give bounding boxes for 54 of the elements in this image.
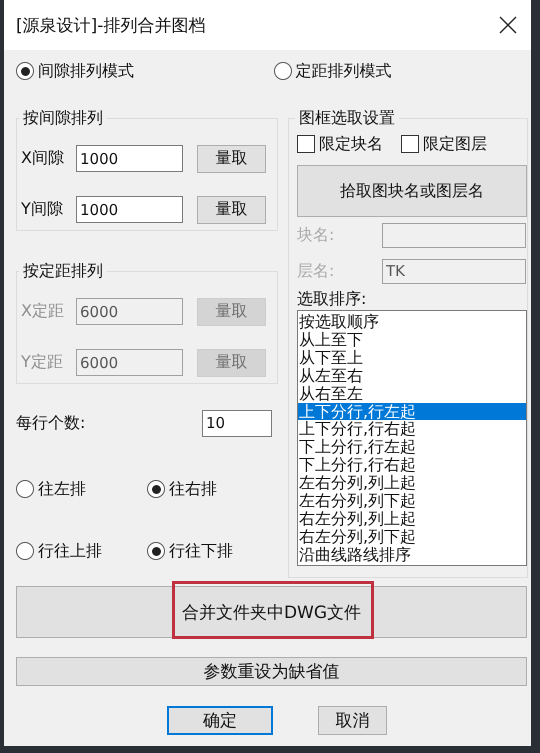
list-item[interactable]: 下上分行,行左起 [298, 438, 526, 456]
list-item[interactable]: 右左分列,列上起 [298, 510, 526, 528]
list-item[interactable]: 左右分列,列下起 [298, 492, 526, 510]
radio-label[interactable]: 间隙排列模式 [38, 60, 134, 82]
list-item[interactable]: 按选取顺序 [298, 313, 526, 331]
measure-button[interactable]: 量取 [197, 196, 266, 224]
list-item[interactable]: 上下分行,行左起 [298, 402, 526, 420]
group-title: 按间隙排列 [22, 108, 104, 129]
radio-label[interactable]: 定距排列模式 [296, 60, 392, 82]
group-title: 按定距排列 [22, 261, 104, 282]
field-label: 块名: [297, 224, 334, 246]
checkbox[interactable] [297, 135, 315, 153]
close-icon[interactable] [499, 16, 517, 34]
radio-button[interactable] [16, 542, 34, 560]
input-field[interactable]: 1000 [76, 145, 183, 172]
field-label: 层名: [297, 260, 334, 282]
field-label: X间隙 [21, 148, 65, 169]
checkbox-label[interactable]: 限定块名 [319, 134, 383, 154]
pick-button[interactable]: 拾取图块名或图层名 [297, 165, 527, 217]
radio-label[interactable]: 行往上排 [38, 540, 102, 562]
window-title: [源泉设计]-排列合并图档 [16, 14, 206, 36]
list-item[interactable]: 下上分行,行右起 [298, 456, 526, 474]
checkbox-label[interactable]: 限定图层 [423, 134, 487, 154]
radio-button[interactable] [16, 480, 34, 498]
list-label: 选取排序: [297, 289, 368, 310]
list-item[interactable]: 从上至下 [298, 330, 526, 349]
radio-label[interactable]: 往右排 [169, 478, 217, 500]
ok-button[interactable]: 确定 [167, 706, 273, 735]
list-item[interactable]: 沿曲线路线排序 [298, 546, 526, 564]
list-item[interactable]: 上下分行,行右起 [298, 420, 526, 438]
field-label: Y间隙 [21, 199, 64, 220]
list-item[interactable]: 从左至右 [298, 366, 526, 385]
measure-button[interactable]: 量取 [197, 144, 266, 172]
field-label: Y定距 [21, 352, 64, 373]
radio-button[interactable] [147, 542, 165, 560]
group-title: 图框选取设置 [298, 108, 396, 129]
field-label: 每行个数: [16, 412, 86, 434]
list-item[interactable]: 从下至上 [298, 348, 526, 367]
radio-label[interactable]: 行往下排 [169, 540, 233, 562]
merge-button[interactable]: 合并文件夹中DWG文件 [16, 586, 527, 638]
sort-list[interactable]: 按选取顺序 从上至下 从下至上 从左至右 从右至左 上下分行,行左起 上下分行,行右起 下上分行,行左起 下上分行,行右起 左右分列,列上起 左右分列,列下起 右左分列,列上起 右左分列,列下起 沿曲线路线排序 [297, 310, 527, 566]
input-field[interactable]: 1000 [76, 196, 183, 223]
radio-button[interactable] [147, 480, 165, 498]
radio-label[interactable]: 往左排 [38, 478, 86, 500]
reset-button[interactable]: 参数重设为缺省值 [16, 657, 527, 686]
radio-button[interactable] [16, 62, 34, 80]
list-item[interactable]: 左右分列,列上起 [298, 474, 526, 492]
field-label: X定距 [21, 301, 65, 322]
cancel-button[interactable]: 取消 [318, 706, 387, 735]
list-item[interactable]: 从右至左 [298, 384, 526, 403]
radio-button[interactable] [274, 62, 292, 80]
list-item[interactable]: 右左分列,列下起 [298, 528, 526, 546]
input-field[interactable]: 10 [202, 410, 272, 436]
checkbox[interactable] [401, 135, 419, 153]
